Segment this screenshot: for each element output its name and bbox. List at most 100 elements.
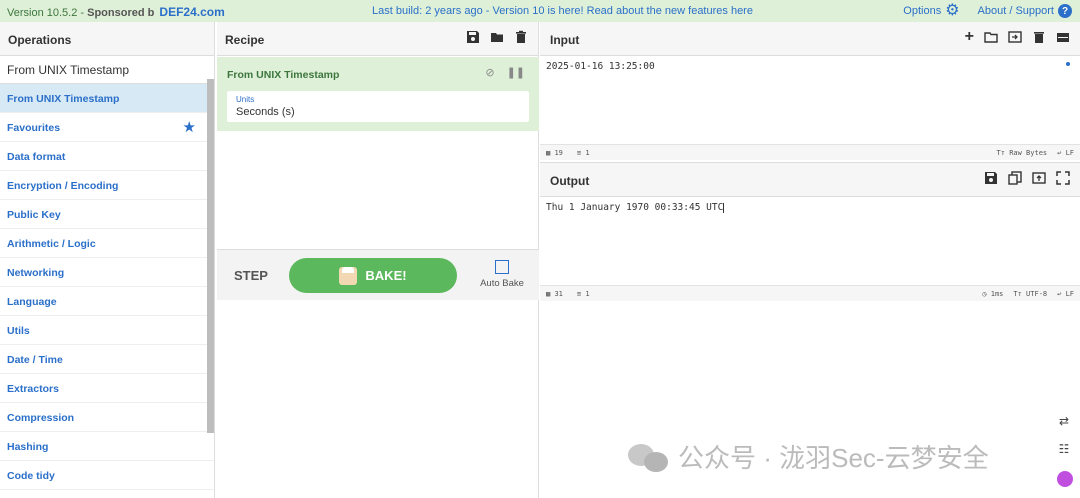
build-notice-link[interactable]: Last build: 2 years ago - Version 10 is … xyxy=(372,5,753,17)
sponsor-link[interactable]: DEF24.com xyxy=(159,5,224,19)
open-folder-icon[interactable] xyxy=(984,30,998,44)
category-favourites[interactable]: Favourites ★ xyxy=(0,113,214,142)
trash-icon[interactable] xyxy=(514,30,528,44)
category-label: Encryption / Encoding xyxy=(7,180,119,192)
output-encoding[interactable]: Tт UTF-8 xyxy=(1013,290,1047,298)
operations-panel: Operations From UNIX Timestamp From UNIX… xyxy=(0,22,215,498)
add-tab-icon[interactable]: + xyxy=(965,29,974,45)
units-value: Seconds (s) xyxy=(236,106,295,118)
operation-controls: ⊘ ❚❚ xyxy=(485,66,525,79)
bake-time-value: 1ms xyxy=(990,290,1004,298)
copy-icon[interactable] xyxy=(1008,171,1022,185)
op-label: From UNIX Timestamp xyxy=(7,93,120,105)
pause-icon[interactable]: ❚❚ xyxy=(507,66,525,79)
input-eol-value: LF xyxy=(1065,149,1074,157)
output-line-count: ≡ 1 xyxy=(576,290,590,298)
category-label: Arithmetic / Logic xyxy=(7,238,96,250)
output-status-bar: ▩ 31 ≡ 1 ◷ 1ms Tт UTF-8 ↩ LF xyxy=(540,285,1080,301)
search-result-from-unix-timestamp[interactable]: From UNIX Timestamp xyxy=(0,84,214,113)
wechat-logo xyxy=(628,442,670,472)
category-utils[interactable]: Utils xyxy=(0,316,214,345)
open-file-icon[interactable] xyxy=(1008,30,1022,44)
recipe-title: Recipe xyxy=(225,33,265,47)
recipe-header: Recipe xyxy=(217,22,538,56)
output-textarea[interactable]: Thu 1 January 1970 00:33:45 UTC xyxy=(540,197,1080,218)
auto-bake-toggle[interactable]: Auto Bake xyxy=(477,260,527,289)
output-eol[interactable]: ↩ LF xyxy=(1057,290,1074,298)
save-icon[interactable] xyxy=(466,30,480,44)
category-label: Utils xyxy=(7,325,30,337)
category-hashing[interactable]: Hashing xyxy=(0,432,214,461)
auto-bake-label: Auto Bake xyxy=(480,278,524,289)
output-char-count-value: 31 xyxy=(554,290,563,298)
category-code-tidy[interactable]: Code tidy xyxy=(0,461,214,490)
replace-input-icon[interactable] xyxy=(1032,171,1046,185)
category-arithmetic-logic[interactable]: Arithmetic / Logic xyxy=(0,229,214,258)
folder-icon[interactable] xyxy=(490,30,504,44)
category-date-time[interactable]: Date / Time xyxy=(0,345,214,374)
category-label: Public Key xyxy=(7,209,61,221)
category-encryption-encoding[interactable]: Encryption / Encoding xyxy=(0,171,214,200)
output-line-count-value: 1 xyxy=(585,290,590,298)
category-label: Date / Time xyxy=(7,354,63,366)
input-char-count-value: 19 xyxy=(554,149,563,157)
bake-button[interactable]: BAKE! xyxy=(289,258,457,293)
category-compression[interactable]: Compression xyxy=(0,403,214,432)
category-public-key[interactable]: Public Key xyxy=(0,200,214,229)
input-encoding-value: Raw Bytes xyxy=(1009,149,1048,157)
category-label: Language xyxy=(7,296,57,308)
operations-scrollbar[interactable] xyxy=(207,79,214,433)
top-banner: Version 10.5.2 - Sponsored b DEF24.com L… xyxy=(0,0,1080,22)
output-text: Thu 1 January 1970 00:33:45 UTC xyxy=(546,202,724,213)
about-support-link[interactable]: About / Support xyxy=(978,5,1054,17)
translate-icon[interactable]: ⇄ xyxy=(1056,414,1072,430)
category-networking[interactable]: Networking xyxy=(0,258,214,287)
input-line-count-value: 1 xyxy=(585,149,590,157)
brain-icon[interactable] xyxy=(1057,471,1073,487)
banner-right-links: Options ⚙ About / Support ? xyxy=(903,3,1072,19)
clear-input-icon[interactable] xyxy=(1032,30,1046,44)
category-label: Networking xyxy=(7,267,65,279)
units-label: Units xyxy=(236,95,255,104)
layout-icon[interactable] xyxy=(1056,30,1070,44)
disable-icon[interactable]: ⊘ xyxy=(485,66,494,79)
operations-title: Operations xyxy=(0,22,214,56)
input-header: Input + xyxy=(540,22,1080,56)
help-icon[interactable]: ? xyxy=(1058,4,1072,18)
input-status-bar: ▩ 19 ≡ 1 Tт Raw Bytes ↩ LF xyxy=(540,144,1080,160)
input-line-count: ≡ 1 xyxy=(576,149,590,157)
category-extractors[interactable]: Extractors xyxy=(0,374,214,403)
input-eol[interactable]: ↩ LF xyxy=(1057,149,1074,157)
gear-icon[interactable]: ⚙ xyxy=(945,3,959,19)
recipe-panel: Recipe From UNIX Timestamp ⊘ ❚❚ Units Se… xyxy=(217,22,539,498)
version-label: Version 10.5.2 - xyxy=(7,7,88,19)
save-output-icon[interactable] xyxy=(984,171,998,185)
bake-time: ◷ 1ms xyxy=(982,290,1004,298)
output-encoding-value: UTF-8 xyxy=(1026,290,1048,298)
auto-bake-checkbox[interactable] xyxy=(495,260,509,274)
watermark: 公众号 · 泷羽Sec-云梦安全 xyxy=(628,438,989,475)
input-panel: Input + 2025-01-16 13:25:00 ▩ 19 ≡ 1 Tт … xyxy=(540,22,1080,160)
input-encoding[interactable]: Tт Raw Bytes xyxy=(997,149,1048,157)
recipe-operation-card[interactable]: From UNIX Timestamp ⊘ ❚❚ Units Seconds (… xyxy=(217,57,539,131)
output-eol-value: LF xyxy=(1065,290,1074,298)
version-info: Version 10.5.2 - Sponsored b DEF24.com xyxy=(7,5,225,19)
category-label: Extractors xyxy=(7,383,59,395)
category-data-format[interactable]: Data format xyxy=(0,142,214,171)
input-textarea[interactable]: 2025-01-16 13:25:00 xyxy=(540,56,1080,77)
options-link[interactable]: Options xyxy=(903,5,941,17)
category-language[interactable]: Language xyxy=(0,287,214,316)
book-icon[interactable]: ☷ xyxy=(1056,442,1072,458)
units-field[interactable]: Units Seconds (s) xyxy=(227,91,529,122)
text-cursor xyxy=(723,202,725,213)
star-icon: ★ xyxy=(182,119,196,136)
output-header: Output xyxy=(540,163,1080,197)
step-button[interactable]: STEP xyxy=(234,268,268,283)
maximise-icon[interactable] xyxy=(1056,171,1070,185)
input-title: Input xyxy=(550,33,580,47)
sponsored-label: Sponsored b xyxy=(87,7,155,19)
category-label: Code tidy xyxy=(7,470,55,482)
bake-area: STEP BAKE! Auto Bake xyxy=(217,249,539,300)
input-char-count: ▩ 19 xyxy=(546,149,563,157)
operations-search-input[interactable]: From UNIX Timestamp xyxy=(0,56,214,84)
